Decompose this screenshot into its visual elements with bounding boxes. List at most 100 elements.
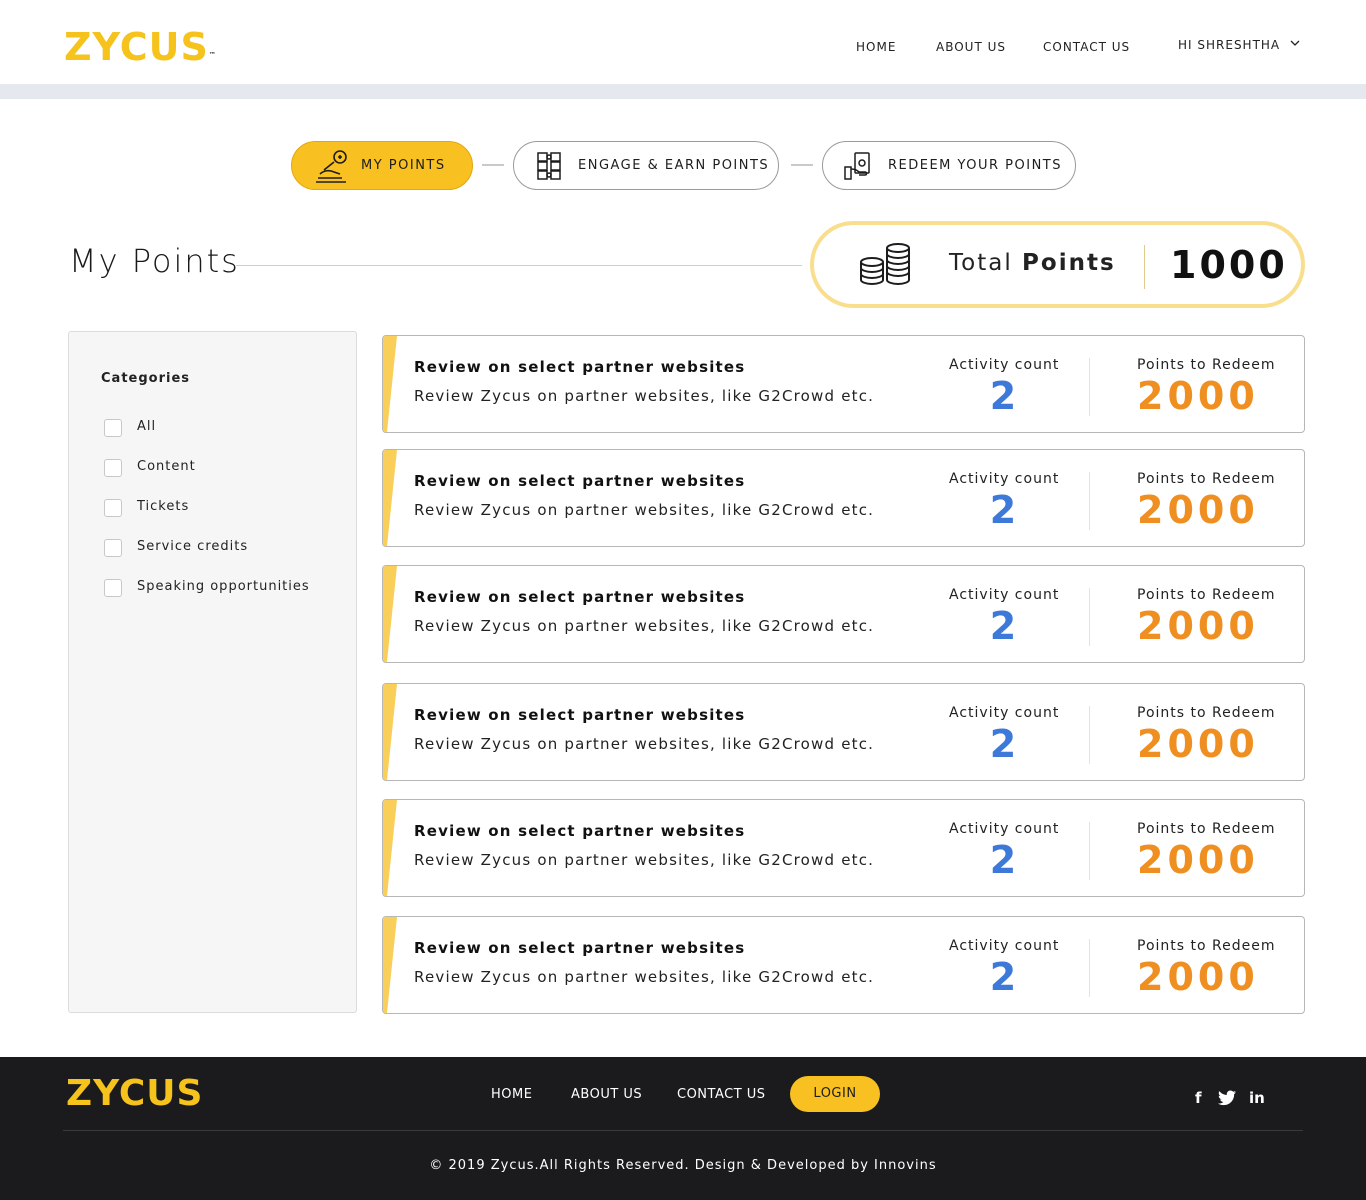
points-to-redeem-label: Points to Redeem (1137, 821, 1276, 837)
activity-card[interactable]: Review on select partner websites Review… (382, 683, 1305, 781)
activity-card[interactable]: Review on select partner websites Review… (382, 449, 1305, 547)
points-to-redeem-value: 2000 (1137, 955, 1259, 999)
activity-count-value: 2 (989, 838, 1017, 882)
activity-title: Review on select partner websites (414, 706, 746, 724)
category-all[interactable]: All (104, 418, 155, 438)
points-to-redeem-label: Points to Redeem (1137, 471, 1276, 487)
category-checkbox[interactable] (104, 419, 122, 437)
category-label: Tickets (137, 499, 190, 514)
zycus-logo[interactable]: ZYCUS™ (64, 24, 216, 70)
category-content[interactable]: Content (104, 458, 195, 478)
nav-home-link[interactable]: HOME (856, 40, 896, 54)
card-accent (383, 684, 399, 780)
activity-description: Review Zycus on partner websites, like G… (414, 617, 875, 635)
points-to-redeem-value: 2000 (1137, 374, 1259, 418)
category-speaking-opportunities[interactable]: Speaking opportunities (104, 578, 309, 598)
category-checkbox[interactable] (104, 499, 122, 517)
facebook-icon[interactable]: f (1195, 1089, 1202, 1107)
site-footer: ZYCUS HOME ABOUT US CONTACT US LOGIN f i… (0, 1057, 1366, 1200)
activity-card[interactable]: Review on select partner websites Review… (382, 799, 1305, 897)
activity-description: Review Zycus on partner websites, like G… (414, 387, 875, 405)
nav-contact-link[interactable]: CONTACT US (1043, 40, 1130, 54)
twitter-icon[interactable] (1218, 1089, 1236, 1107)
total-divider (1144, 245, 1145, 289)
copyright-text: © 2019 Zycus.All Rights Reserved. Design… (429, 1158, 937, 1173)
activity-description: Review Zycus on partner websites, like G… (414, 735, 875, 753)
total-points-label: Total Points (949, 250, 1116, 276)
category-label: All (137, 419, 157, 434)
header-divider-band (0, 84, 1366, 99)
card-divider (1089, 706, 1090, 764)
points-to-redeem-label: Points to Redeem (1137, 938, 1276, 954)
tab-redeem-points[interactable]: REDEEM YOUR POINTS (822, 141, 1076, 190)
footer-nav-about-link[interactable]: ABOUT US (571, 1087, 642, 1102)
tab-engage-earn-points[interactable]: ENGAGE & EARN POINTS (513, 141, 779, 190)
hand-cash-icon (844, 152, 870, 180)
card-accent (383, 800, 399, 896)
title-divider (236, 265, 802, 266)
footer-logo[interactable]: ZYCUS (66, 1072, 203, 1116)
tab-engage-label: ENGAGE & EARN POINTS (578, 158, 770, 173)
activity-count-value: 2 (989, 955, 1017, 999)
category-label: Service credits (137, 539, 249, 554)
linkedin-icon[interactable]: in (1249, 1089, 1265, 1107)
activity-count-label: Activity count (949, 938, 1060, 954)
logo-text: ZYCUS (64, 25, 209, 69)
category-checkbox[interactable] (104, 579, 122, 597)
page-title: My Points (69, 242, 240, 280)
total-label-prefix: Total (949, 250, 1013, 276)
activity-title: Review on select partner websites (414, 472, 746, 490)
category-label: Content (137, 459, 196, 474)
card-accent (383, 917, 399, 1013)
login-button[interactable]: LOGIN (790, 1076, 880, 1112)
activity-card[interactable]: Review on select partner websites Review… (382, 916, 1305, 1014)
step-connector (482, 164, 504, 166)
card-divider (1089, 358, 1090, 416)
activity-count-label: Activity count (949, 471, 1060, 487)
category-service-credits[interactable]: Service credits (104, 538, 247, 558)
category-checkbox[interactable] (104, 539, 122, 557)
activity-description: Review Zycus on partner websites, like G… (414, 851, 875, 869)
activity-card[interactable]: Review on select partner websites Review… (382, 565, 1305, 663)
footer-nav-home-link[interactable]: HOME (491, 1087, 532, 1102)
categories-sidebar: Categories All Content Tickets Service c… (68, 331, 357, 1013)
activity-title: Review on select partner websites (414, 588, 746, 606)
user-menu-greeting[interactable]: HI SHRESHTHA (1178, 38, 1280, 52)
footer-nav-contact-link[interactable]: CONTACT US (677, 1087, 766, 1102)
nav-about-link[interactable]: ABOUT US (936, 40, 1006, 54)
tab-my-points-label: MY POINTS (361, 158, 446, 173)
points-to-redeem-value: 2000 (1137, 838, 1259, 882)
activity-card[interactable]: Review on select partner websites Review… (382, 335, 1305, 433)
activity-count-label: Activity count (949, 821, 1060, 837)
category-label: Speaking opportunities (137, 579, 310, 594)
activity-count-value: 2 (989, 374, 1017, 418)
activity-description: Review Zycus on partner websites, like G… (414, 968, 875, 986)
site-header: ZYCUS™ HOME ABOUT US CONTACT US HI SHRES… (0, 0, 1366, 84)
points-to-redeem-label: Points to Redeem (1137, 587, 1276, 603)
activity-description: Review Zycus on partner websites, like G… (414, 501, 875, 519)
category-checkbox[interactable] (104, 459, 122, 477)
total-label-bold: Points (1022, 250, 1116, 276)
activity-count-label: Activity count (949, 587, 1060, 603)
activity-count-value: 2 (989, 488, 1017, 532)
points-to-redeem-label: Points to Redeem (1137, 357, 1276, 373)
points-to-redeem-value: 2000 (1137, 722, 1259, 766)
activity-title: Review on select partner websites (414, 358, 746, 376)
chevron-down-icon[interactable] (1290, 38, 1300, 48)
points-to-redeem-label: Points to Redeem (1137, 705, 1276, 721)
step-connector (791, 164, 813, 166)
card-accent (383, 450, 399, 546)
tab-redeem-label: REDEEM YOUR POINTS (888, 158, 1062, 173)
activity-title: Review on select partner websites (414, 822, 746, 840)
footer-divider (63, 1130, 1303, 1131)
category-tickets[interactable]: Tickets (104, 498, 188, 518)
points-to-redeem-value: 2000 (1137, 604, 1259, 648)
categories-title: Categories (101, 371, 191, 386)
activity-count-label: Activity count (949, 705, 1060, 721)
puzzle-icon (537, 152, 561, 180)
card-accent (383, 566, 399, 662)
tab-my-points[interactable]: MY POINTS (291, 141, 473, 190)
total-points-box: Total Points 1000 (810, 221, 1305, 308)
card-divider (1089, 939, 1090, 997)
card-divider (1089, 472, 1090, 530)
